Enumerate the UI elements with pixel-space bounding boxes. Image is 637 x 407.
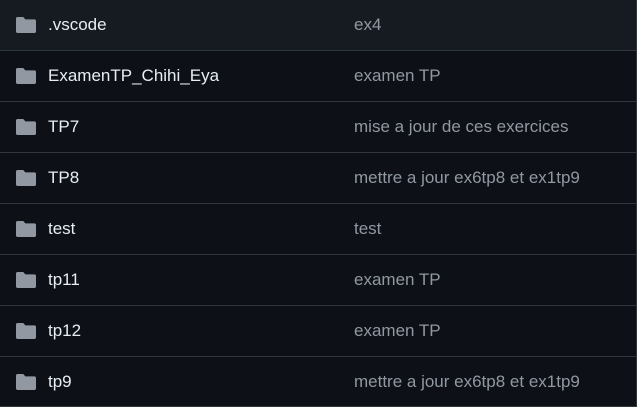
folder-name-link[interactable]: test [48, 204, 75, 254]
folder-icon [16, 17, 36, 33]
folder-icon [16, 68, 36, 84]
file-row-tp8[interactable]: TP8 mettre a jour ex6tp8 et ex1tp9 [0, 153, 636, 204]
commit-message-link[interactable]: ex4 [354, 0, 381, 50]
file-row-tp7[interactable]: TP7 mise a jour de ces exercices [0, 102, 636, 153]
folder-name-link[interactable]: tp11 [48, 255, 80, 305]
folder-name-link[interactable]: ExamenTP_Chihi_Eya [48, 51, 219, 101]
folder-name-link[interactable]: .vscode [48, 0, 107, 50]
folder-name-link[interactable]: tp9 [48, 357, 72, 407]
file-list: .vscode ex4 ExamenTP_Chihi_Eya examen TP… [0, 0, 637, 407]
commit-message-link[interactable]: examen TP [354, 255, 441, 305]
file-row-vscode[interactable]: .vscode ex4 [0, 0, 636, 51]
commit-message-link[interactable]: mettre a jour ex6tp8 et ex1tp9 [354, 357, 580, 407]
folder-icon [16, 221, 36, 237]
commit-message-link[interactable]: test [354, 204, 381, 254]
file-row-test[interactable]: test test [0, 204, 636, 255]
file-row-examentp-chihi-eya[interactable]: ExamenTP_Chihi_Eya examen TP [0, 51, 636, 102]
file-row-tp12[interactable]: tp12 examen TP [0, 306, 636, 357]
folder-icon [16, 170, 36, 186]
folder-icon [16, 374, 36, 390]
file-row-tp11[interactable]: tp11 examen TP [0, 255, 636, 306]
commit-message-link[interactable]: mettre a jour ex6tp8 et ex1tp9 [354, 153, 580, 203]
commit-message-link[interactable]: examen TP [354, 51, 441, 101]
commit-message-link[interactable]: mise a jour de ces exercices [354, 102, 568, 152]
folder-icon [16, 272, 36, 288]
folder-icon [16, 323, 36, 339]
folder-name-link[interactable]: TP7 [48, 102, 79, 152]
folder-name-link[interactable]: tp12 [48, 306, 81, 356]
folder-icon [16, 119, 36, 135]
file-row-tp9[interactable]: tp9 mettre a jour ex6tp8 et ex1tp9 [0, 357, 636, 407]
folder-name-link[interactable]: TP8 [48, 153, 79, 203]
commit-message-link[interactable]: examen TP [354, 306, 441, 356]
